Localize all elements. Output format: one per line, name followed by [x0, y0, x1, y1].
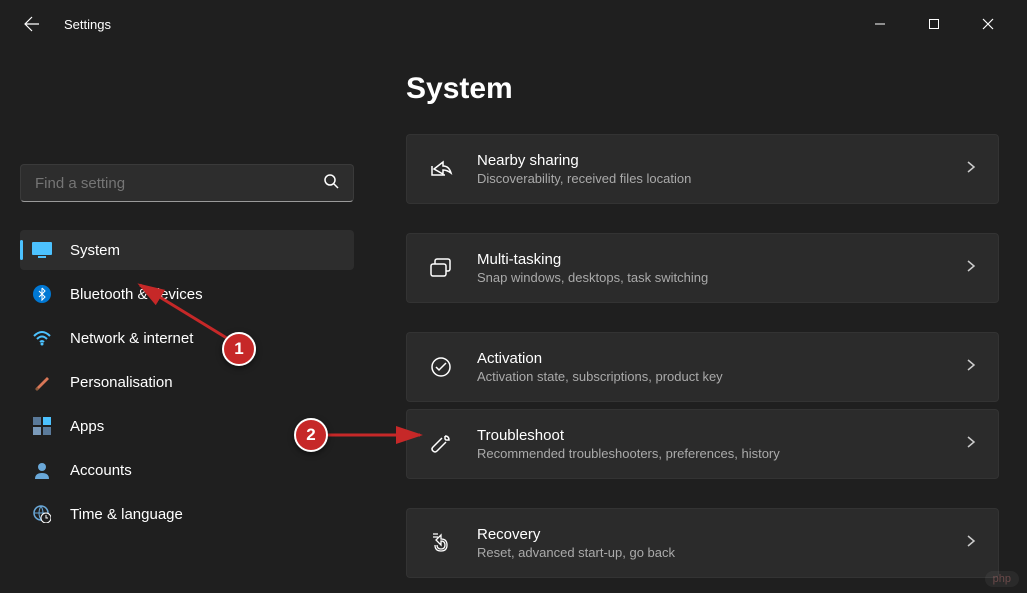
windows-stack-icon: [427, 254, 455, 282]
card-title: Activation: [477, 350, 964, 367]
sidebar-item-system[interactable]: System: [20, 230, 354, 270]
card-troubleshoot[interactable]: Troubleshoot Recommended troubleshooters…: [406, 409, 999, 479]
card-title: Recovery: [477, 526, 964, 543]
search-input[interactable]: [35, 175, 323, 192]
close-icon: [982, 18, 994, 30]
recovery-icon: [427, 529, 455, 557]
close-button[interactable]: [965, 8, 1011, 40]
sidebar-item-label: System: [70, 242, 120, 259]
share-icon: [427, 155, 455, 183]
card-recovery[interactable]: Recovery Reset, advanced start-up, go ba…: [406, 508, 999, 578]
card-desc: Activation state, subscriptions, product…: [477, 369, 964, 384]
sidebar-item-label: Personalisation: [70, 374, 173, 391]
card-title: Nearby sharing: [477, 152, 964, 169]
page-title: System: [406, 72, 999, 106]
maximize-button[interactable]: [911, 8, 957, 40]
sidebar-item-network[interactable]: Network & internet: [20, 318, 354, 358]
wrench-icon: [427, 430, 455, 458]
watermark: php: [985, 571, 1019, 587]
display-icon: [32, 240, 52, 260]
minimize-button[interactable]: [857, 8, 903, 40]
maximize-icon: [928, 18, 940, 30]
sidebar-item-accounts[interactable]: Accounts: [20, 450, 354, 490]
sidebar-item-bluetooth[interactable]: Bluetooth & devices: [20, 274, 354, 314]
back-arrow-icon: [24, 16, 40, 32]
chevron-right-icon: [964, 259, 978, 278]
wifi-icon: [32, 328, 52, 348]
card-desc: Reset, advanced start-up, go back: [477, 545, 964, 560]
card-desc: Discoverability, received files location: [477, 171, 964, 186]
card-desc: Snap windows, desktops, task switching: [477, 270, 964, 285]
chevron-right-icon: [964, 534, 978, 553]
chevron-right-icon: [964, 358, 978, 377]
sidebar-item-label: Bluetooth & devices: [70, 286, 203, 303]
brush-icon: [32, 372, 52, 392]
sidebar-item-label: Time & language: [70, 506, 183, 523]
chevron-right-icon: [964, 160, 978, 179]
search-icon: [323, 173, 339, 194]
check-circle-icon: [427, 353, 455, 381]
bluetooth-icon: [32, 284, 52, 304]
person-icon: [32, 460, 52, 480]
sidebar-item-label: Accounts: [70, 462, 132, 479]
globe-clock-icon: [32, 504, 52, 524]
annotation-marker-1: 1: [222, 332, 256, 366]
search-box[interactable]: [20, 164, 354, 202]
apps-icon: [32, 416, 52, 436]
annotation-marker-2: 2: [294, 418, 328, 452]
card-nearby-sharing[interactable]: Nearby sharing Discoverability, received…: [406, 134, 999, 204]
back-button[interactable]: [16, 8, 48, 40]
card-multitasking[interactable]: Multi-tasking Snap windows, desktops, ta…: [406, 233, 999, 303]
app-title: Settings: [64, 17, 111, 32]
sidebar-item-personalisation[interactable]: Personalisation: [20, 362, 354, 402]
sidebar-item-time-language[interactable]: Time & language: [20, 494, 354, 534]
card-title: Multi-tasking: [477, 251, 964, 268]
chevron-right-icon: [964, 435, 978, 454]
minimize-icon: [874, 18, 886, 30]
card-desc: Recommended troubleshooters, preferences…: [477, 446, 964, 461]
card-title: Troubleshoot: [477, 427, 964, 444]
card-activation[interactable]: Activation Activation state, subscriptio…: [406, 332, 999, 402]
sidebar-item-label: Network & internet: [70, 330, 193, 347]
sidebar-item-label: Apps: [70, 418, 104, 435]
